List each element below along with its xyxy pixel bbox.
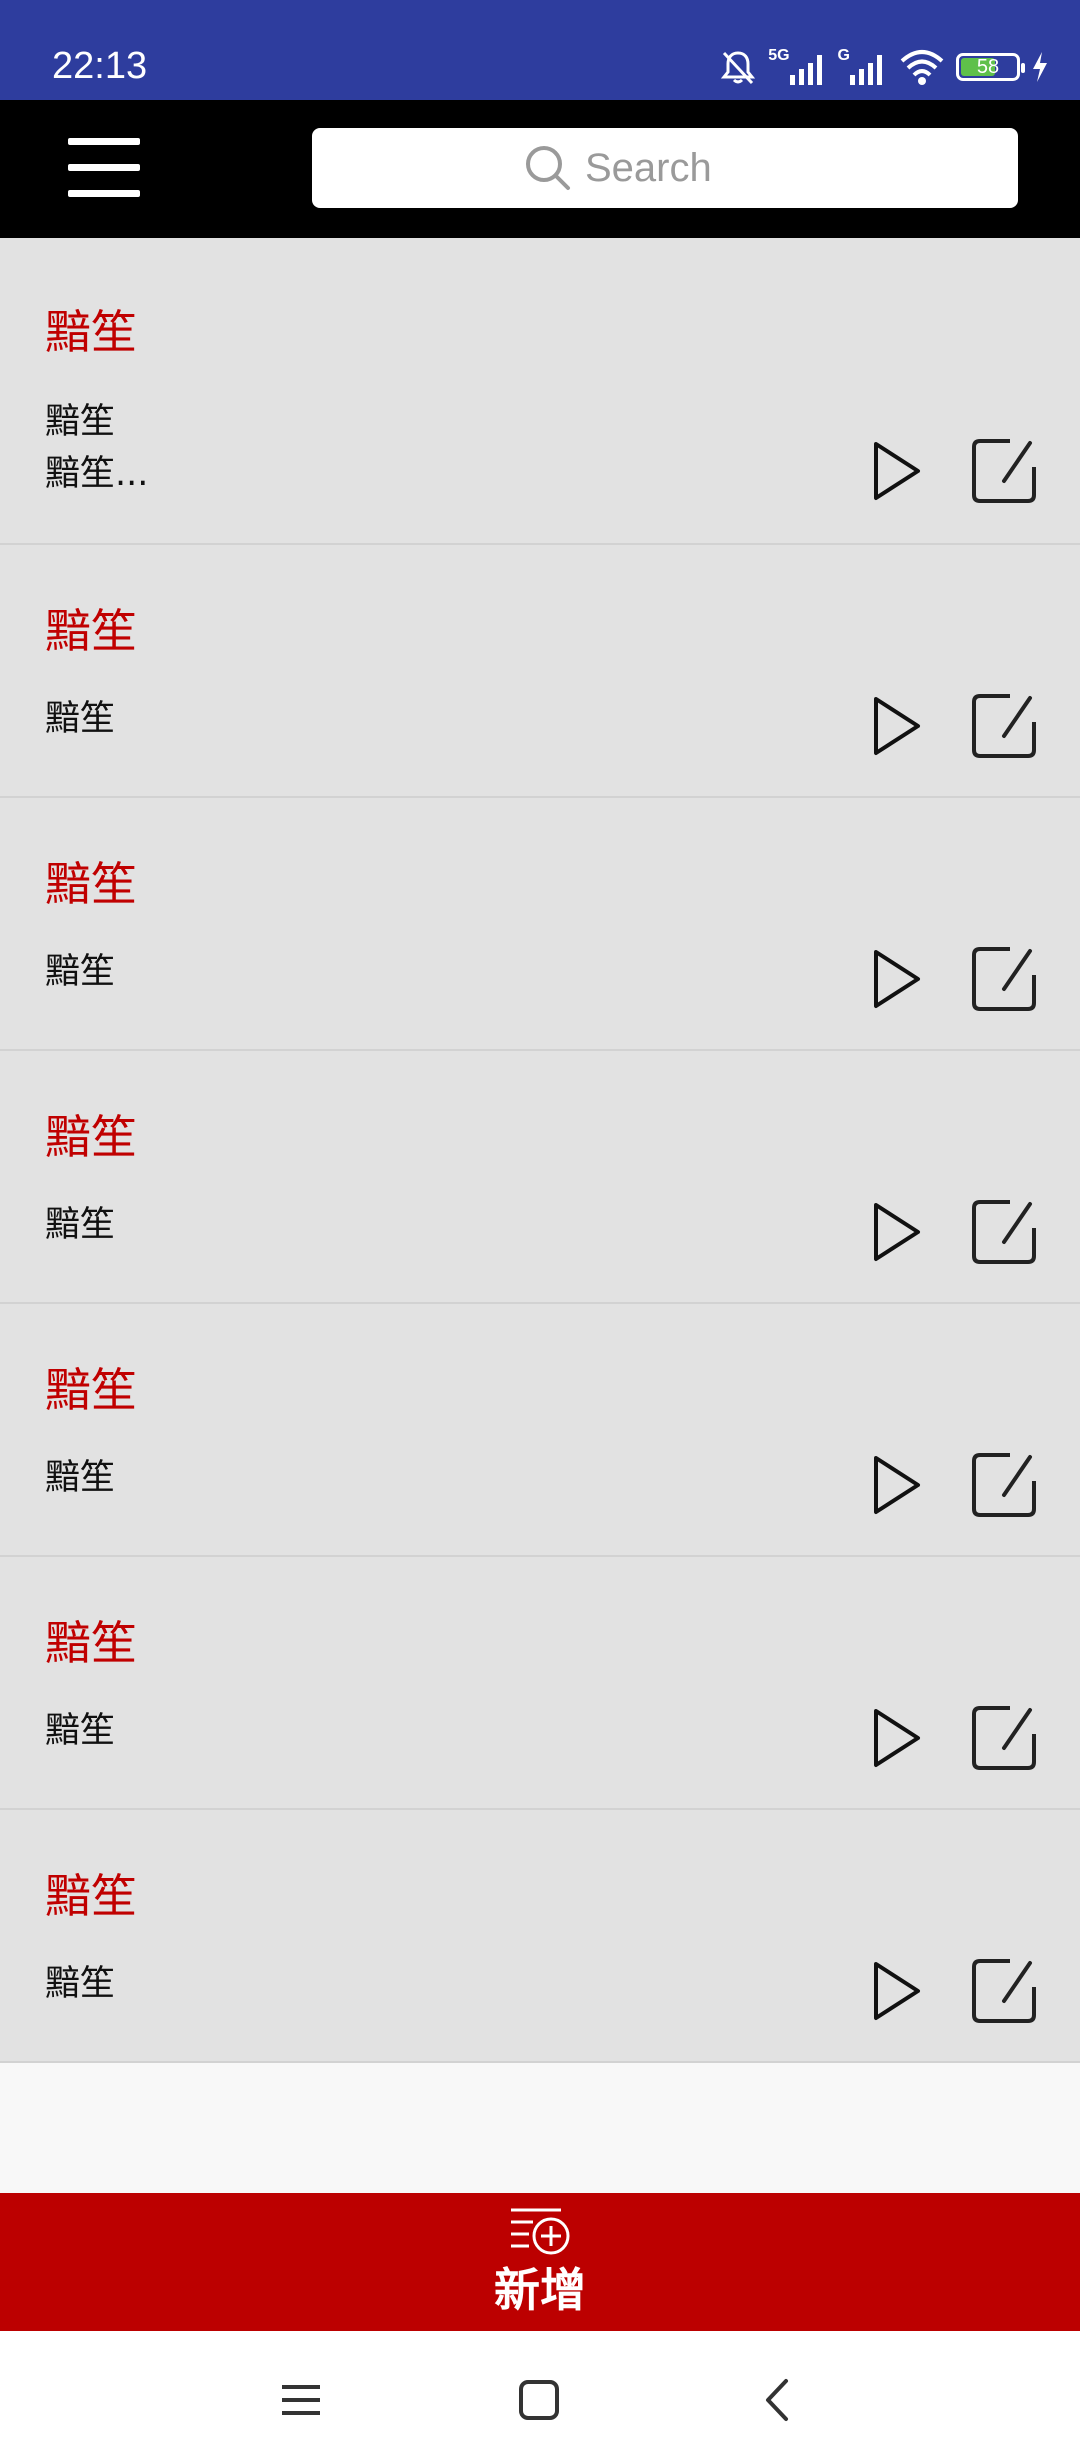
wifi-icon: [900, 50, 944, 85]
signal-group-1: 5G: [768, 47, 827, 87]
item-title: 黯笙: [45, 1110, 137, 1164]
edit-icon[interactable]: [970, 1704, 1038, 1772]
add-button-label: 新增: [494, 2263, 586, 2317]
signal-icon: [850, 55, 882, 85]
add-to-list-icon: [511, 2208, 570, 2255]
edit-icon[interactable]: [970, 945, 1038, 1013]
list-item[interactable]: 黯笙 黯笙: [0, 1810, 1080, 2063]
play-icon[interactable]: [870, 946, 924, 1012]
list-item[interactable]: 黯笙 黯笙: [0, 1304, 1080, 1557]
list-item[interactable]: 黯笙 黯笙: [0, 1557, 1080, 1810]
item-list: 黯笙 黯笙 黯笙... 黯笙 黯笙 黯笙 黯笙 黯笙 黯笙 黯笙 黯笙 黯笙 黯…: [0, 238, 1080, 2063]
search-input[interactable]: [583, 144, 807, 192]
play-icon[interactable]: [870, 1705, 924, 1771]
play-icon[interactable]: [870, 1199, 924, 1265]
bell-muted-icon: [721, 51, 756, 85]
system-nav-bar: [0, 2331, 1080, 2460]
network-label-1: 5G: [768, 47, 790, 64]
search-bar[interactable]: [312, 128, 1018, 208]
item-title: 黯笙: [45, 305, 137, 359]
item-title: 黯笙: [45, 857, 137, 911]
play-icon[interactable]: [870, 693, 924, 759]
status-time: 22:13: [52, 45, 148, 87]
signal-group-2: G: [838, 47, 888, 87]
list-item[interactable]: 黯笙 黯笙 黯笙...: [0, 238, 1080, 545]
signal-icon: [789, 55, 822, 85]
edit-icon[interactable]: [970, 1451, 1038, 1519]
battery-level: 58: [976, 55, 1000, 78]
status-icons: 5G G 58: [718, 44, 1050, 90]
battery-icon: 58: [956, 53, 1025, 81]
edit-icon[interactable]: [970, 437, 1038, 505]
charging-icon: [1033, 52, 1047, 82]
edit-icon[interactable]: [970, 1957, 1038, 2025]
hamburger-menu-icon[interactable]: [60, 132, 150, 206]
item-subtitle-line: 黯笙...: [45, 454, 149, 494]
item-title: 黯笙: [45, 604, 137, 658]
recents-icon[interactable]: [276, 2375, 326, 2425]
list-item[interactable]: 黯笙 黯笙: [0, 1051, 1080, 1304]
item-subtitle: 黯笙: [45, 1964, 116, 2004]
item-subtitle: 黯笙: [45, 1458, 116, 1498]
item-subtitle: 黯笙 黯笙...: [45, 396, 148, 500]
item-title: 黯笙: [45, 1616, 137, 1670]
item-subtitle: 黯笙: [45, 1205, 116, 1245]
back-icon[interactable]: [754, 2375, 804, 2425]
add-button[interactable]: 新增: [0, 2193, 1080, 2331]
item-subtitle: 黯笙: [45, 699, 116, 739]
toolbar: [0, 100, 1080, 238]
home-icon[interactable]: [514, 2375, 564, 2425]
status-bar: 22:13 5G G 58: [0, 0, 1080, 100]
item-title: 黯笙: [45, 1363, 137, 1417]
search-icon: [526, 146, 570, 190]
play-icon[interactable]: [870, 438, 924, 504]
play-icon[interactable]: [870, 1452, 924, 1518]
list-item[interactable]: 黯笙 黯笙: [0, 798, 1080, 1051]
edit-icon[interactable]: [970, 1198, 1038, 1266]
list-item[interactable]: 黯笙 黯笙: [0, 545, 1080, 798]
item-subtitle: 黯笙: [45, 952, 116, 992]
item-subtitle-line: 黯笙: [45, 402, 116, 442]
play-icon[interactable]: [870, 1958, 924, 2024]
item-title: 黯笙: [45, 1869, 137, 1923]
edit-icon[interactable]: [970, 692, 1038, 760]
item-subtitle: 黯笙: [45, 1711, 116, 1751]
